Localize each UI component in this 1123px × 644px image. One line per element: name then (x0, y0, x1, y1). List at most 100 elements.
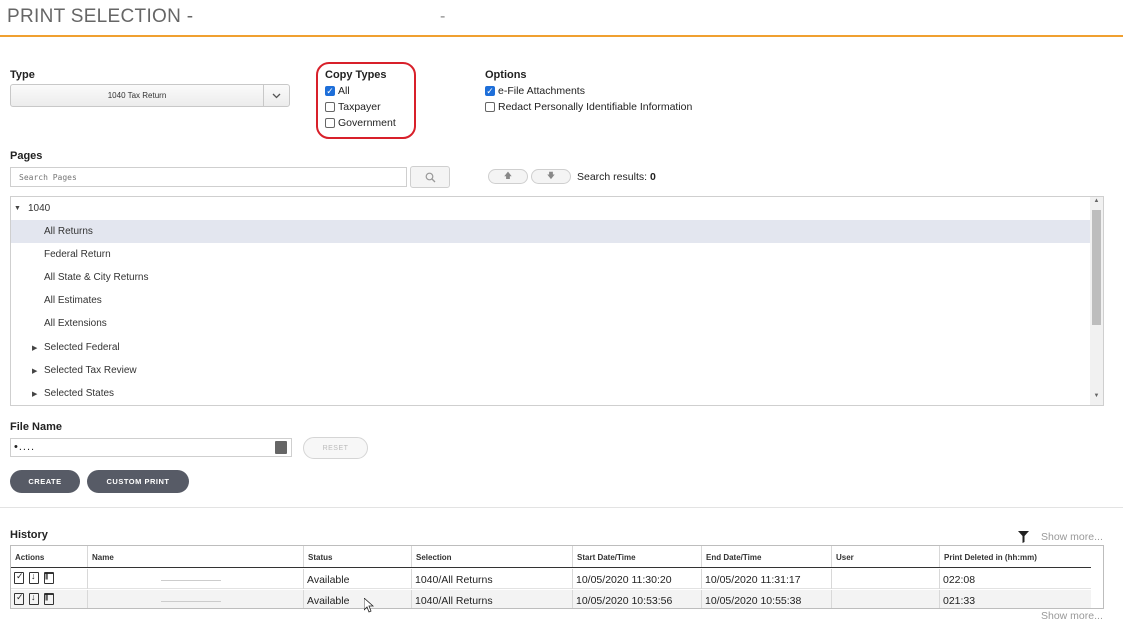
checkbox-efile[interactable]: ✓ (485, 86, 495, 96)
row-user (831, 569, 939, 589)
custom-print-button[interactable]: CUSTOM PRINT (87, 470, 189, 493)
tree-item-all-estimates[interactable]: All Estimates (11, 289, 1090, 312)
table-row[interactable]: Available 1040/All Returns 10/05/2020 11… (11, 569, 1091, 589)
col-name: Name (87, 546, 303, 567)
row-start: 10/05/2020 10:53:56 (572, 590, 701, 608)
copy-type-taxpayer[interactable]: Taxpayer (325, 101, 381, 113)
tree-item-selected-tax-review[interactable]: ▶ Selected Tax Review (11, 359, 1090, 382)
tree-item-label: All State & City Returns (44, 272, 149, 283)
checkbox-all[interactable]: ✓ (325, 86, 335, 96)
filter-icon[interactable] (1018, 531, 1029, 543)
option-efile-label: e-File Attachments (498, 85, 585, 97)
caret-right-icon[interactable]: ▶ (32, 367, 42, 375)
row-name (87, 590, 303, 608)
col-actions: Actions (15, 553, 45, 562)
file-name-label: File Name (10, 421, 62, 433)
tree-item-all-extensions[interactable]: All Extensions (11, 312, 1090, 335)
col-end: End Date/Time (701, 546, 831, 567)
tree-item-federal-return[interactable]: Federal Return (11, 243, 1090, 266)
search-icon (425, 172, 435, 182)
file-name-value: •.... (14, 441, 36, 453)
col-status: Status (303, 546, 411, 567)
caret-right-icon[interactable]: ▶ (32, 390, 42, 398)
prev-result-button[interactable]: 🡅 (488, 169, 528, 184)
trash-icon[interactable] (44, 572, 54, 584)
download-icon[interactable] (29, 571, 39, 584)
show-more-link-top[interactable]: Show more... (1041, 531, 1103, 543)
download-icon[interactable] (29, 592, 39, 605)
row-actions (11, 569, 87, 589)
show-more-link-bottom[interactable]: Show more... (1041, 610, 1103, 622)
tree-root-1040[interactable]: ▼ 1040 (11, 197, 1090, 220)
section-divider (0, 507, 1123, 508)
row-status: Available (303, 569, 411, 589)
tree-item-label: All Extensions (44, 318, 107, 329)
tree-item-label: Federal Return (44, 249, 111, 260)
row-status: Available (303, 590, 411, 608)
checkbox-government[interactable] (325, 118, 335, 128)
scroll-down-icon[interactable]: ▼ (1090, 393, 1103, 403)
row-user (831, 590, 939, 608)
copy-type-all[interactable]: ✓ All (325, 85, 350, 97)
page-header: PRINT SELECTION - - (0, 0, 1123, 37)
tree-item-label: Selected Federal (44, 342, 120, 353)
row-actions (11, 590, 87, 608)
copy-type-government[interactable]: Government (325, 117, 396, 129)
caret-right-icon[interactable]: ▶ (32, 344, 42, 352)
chevron-down-icon[interactable] (263, 85, 289, 106)
caret-down-icon[interactable]: ▼ (14, 205, 24, 212)
copy-type-taxpayer-label: Taxpayer (338, 101, 381, 113)
row-start: 10/05/2020 11:30:20 (572, 569, 701, 589)
scroll-up-icon[interactable]: ▲ (1090, 198, 1103, 208)
file-picker-icon[interactable] (275, 441, 287, 454)
option-efile-attachments[interactable]: ✓ e-File Attachments (485, 85, 585, 97)
row-end: 10/05/2020 10:55:38 (701, 590, 831, 608)
col-deleted-in: Print Deleted in (hh:mm) (939, 546, 1091, 567)
history-table: Actions Name Status Selection Start Date… (10, 545, 1104, 609)
row-selection: 1040/All Returns (411, 569, 572, 589)
row-name (87, 569, 303, 589)
option-redact-pii[interactable]: Redact Personally Identifiable Informati… (485, 101, 692, 113)
tree-item-all-state-city[interactable]: All State & City Returns (11, 266, 1090, 289)
row-deleted-in: 022:08 (939, 569, 1091, 589)
file-name-input[interactable]: •.... (10, 438, 292, 457)
view-check-icon[interactable] (14, 592, 24, 605)
search-button[interactable] (410, 166, 450, 188)
pages-tree[interactable]: ▼ 1040 All Returns Federal Return All St… (10, 196, 1104, 406)
type-select-value: 1040 Tax Return (107, 91, 167, 100)
table-row[interactable]: Available 1040/All Returns 10/05/2020 10… (11, 590, 1091, 608)
search-results-label: Search results: (577, 171, 648, 183)
tree-item-label: All Estimates (44, 295, 102, 306)
options-label: Options (485, 69, 527, 81)
tree-scrollbar[interactable]: ▲ ▼ (1090, 197, 1103, 405)
row-selection: 1040/All Returns (411, 590, 572, 608)
checkbox-redact[interactable] (485, 102, 495, 112)
checkbox-taxpayer[interactable] (325, 102, 335, 112)
tree-item-all-returns[interactable]: All Returns (11, 220, 1090, 243)
search-results: Search results: 0 (577, 171, 656, 183)
create-button[interactable]: CREATE (10, 470, 80, 493)
row-deleted-in: 021:33 (939, 590, 1091, 608)
next-result-button[interactable]: 🡇 (531, 169, 571, 184)
view-check-icon[interactable] (14, 571, 24, 584)
row-end: 10/05/2020 11:31:17 (701, 569, 831, 589)
history-header-row: Actions Name Status Selection Start Date… (11, 546, 1091, 568)
option-redact-label: Redact Personally Identifiable Informati… (498, 101, 693, 113)
copy-types-label: Copy Types (325, 69, 387, 81)
tree-item-selected-states[interactable]: ▶ Selected States (11, 382, 1090, 405)
col-selection: Selection (411, 546, 572, 567)
tree-item-label: Selected Tax Review (44, 365, 137, 376)
col-user: User (831, 546, 939, 567)
trash-icon[interactable] (44, 593, 54, 605)
reset-button[interactable]: RESET (303, 437, 368, 459)
type-select[interactable]: 1040 Tax Return (10, 84, 290, 107)
tree-item-selected-federal[interactable]: ▶ Selected Federal (11, 336, 1090, 359)
scrollbar-thumb[interactable] (1092, 210, 1101, 325)
search-results-count: 0 (649, 171, 656, 183)
history-label: History (10, 529, 48, 541)
copy-type-government-label: Government (338, 117, 396, 129)
type-label: Type (10, 69, 35, 81)
col-start: Start Date/Time (572, 546, 701, 567)
pages-search-input[interactable] (10, 167, 407, 187)
arrow-up-icon: 🡅 (503, 170, 513, 180)
